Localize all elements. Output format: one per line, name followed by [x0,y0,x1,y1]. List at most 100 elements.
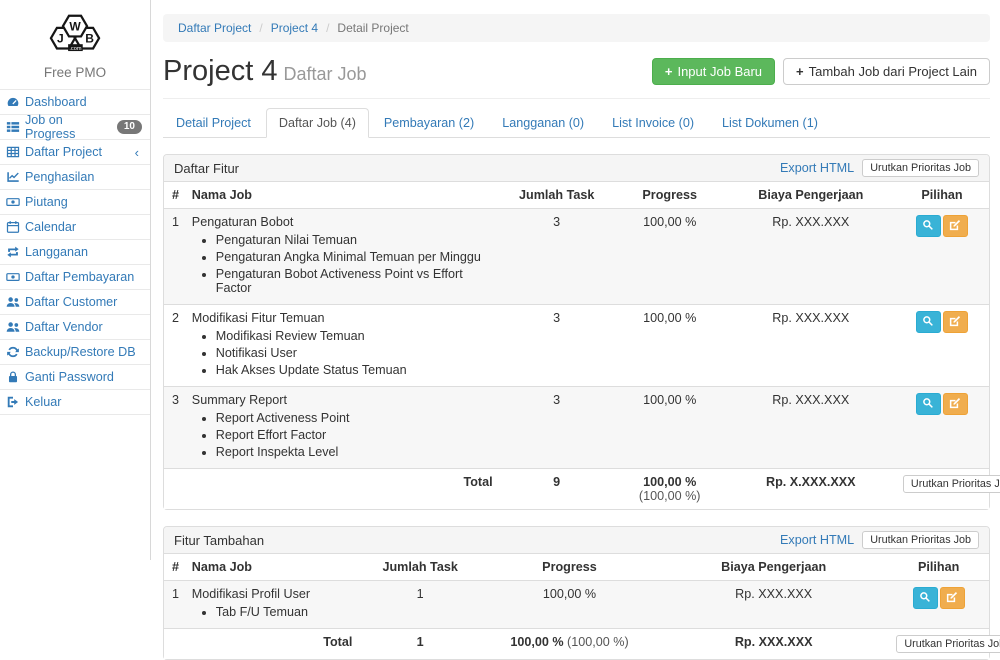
edit-job-button[interactable] [943,311,968,333]
tab-daftar-job-4: Daftar Job (4) [266,108,369,138]
total-cost: Rp. XXX.XXX [659,629,888,660]
column-header: # [164,182,184,209]
row-number-cell: 1 [164,209,184,305]
sidebar-item-piutang[interactable]: Piutang [0,190,150,214]
sidebar-item-label: Piutang [25,195,68,209]
edit-job-button[interactable] [943,393,968,415]
edit-job-button[interactable] [943,215,968,237]
panel-daftar-fitur: Daftar Fitur Export HTML Urutkan Prioritas… [163,154,990,510]
subtask-item: Pengaturan Nilai Temuan [216,233,493,247]
table-header-row: #Nama JobJumlah TaskProgressBiaya Penger… [164,554,989,581]
cost-cell: Rp. XXX.XXX [727,305,895,387]
sort-priority-button[interactable]: Urutkan Prioritas Job [862,531,979,549]
total-progress: 100,00 % (100,00 %) [480,629,659,660]
tab-link[interactable]: Pembayaran (2) [371,108,487,138]
panel-heading-actions: Export HTML Urutkan Prioritas Job [780,531,979,549]
cost-cell: Rp. XXX.XXX [727,387,895,469]
sort-priority-button[interactable]: Urutkan Prioritas Job [896,635,1000,653]
page-subtitle: Daftar Job [283,64,366,84]
total-empty-cell [164,469,184,510]
panel-title: Daftar Fitur [174,161,239,176]
table-icon [6,145,20,159]
task-count-cell: 3 [501,305,613,387]
project-tabs: Detail ProjectDaftar Job (4)Pembayaran (… [163,108,990,138]
job-name: Modifikasi Profil User [192,587,353,601]
panel-heading-daftar-fitur: Daftar Fitur Export HTML Urutkan Prioritas… [164,155,989,182]
page-header: Project 4 Daftar Job +Input Job Baru +Tamb… [163,53,990,99]
breadcrumb-link[interactable]: Project 4 [271,21,318,35]
sidebar-item-label: Daftar Project [25,145,102,159]
brand-name: Free PMO [0,62,150,89]
actions-cell [895,209,989,305]
table-row: 1 Pengaturan Bobot Pengaturan Nilai Temuan… [164,209,989,305]
users-icon [6,320,20,334]
tab-list-dokumen-1: List Dokumen (1) [709,108,831,138]
breadcrumb-item: Project 4 [251,21,318,35]
sidebar-item-label: Daftar Pembayaran [25,270,134,284]
export-html-link[interactable]: Export HTML [780,533,854,547]
sidebar-item-daftar-pembayaran[interactable]: Daftar Pembayaran [0,265,150,289]
sidebar-item-daftar-vendor[interactable]: Daftar Vendor [0,315,150,339]
column-header: Pilihan [895,182,989,209]
sidebar-item-backup-restore-db[interactable]: Backup/Restore DB [0,340,150,364]
search-icon [922,397,934,412]
sidebar-menu-row: Keluar [0,390,150,415]
page-title: Project 4 [163,55,277,87]
app-logo[interactable]: J W B .com [0,0,150,62]
tambah-job-button[interactable]: +Tambah Job dari Project Lain [783,58,990,85]
sidebar-item-daftar-customer[interactable]: Daftar Customer [0,290,150,314]
sidebar-item-daftar-project[interactable]: Daftar Project ‹ [0,140,150,164]
tab-link[interactable]: Detail Project [163,108,264,138]
subtask-list: Report Activeness PointReport Effort Fac… [192,411,493,459]
sidebar-item-calendar[interactable]: Calendar [0,215,150,239]
sort-priority-button[interactable]: Urutkan Prioritas Job [903,475,1000,493]
total-progress-value: 100,00 % [643,475,696,489]
view-job-button[interactable] [913,587,938,609]
input-job-baru-button[interactable]: +Input Job Baru [652,58,775,85]
table-row: 3Summary ReportReport Activeness PointRe… [164,387,989,469]
sidebar-menu-row: Calendar [0,215,150,240]
job-name: Pengaturan Bobot [192,215,493,229]
tab-link[interactable]: Daftar Job (4) [266,108,369,138]
sidebar-menu-row: Penghasilan [0,165,150,190]
export-html-link[interactable]: Export HTML [780,161,854,175]
search-icon [922,219,934,234]
view-job-button[interactable] [916,311,941,333]
sidebar-item-keluar[interactable]: Keluar [0,390,150,414]
sort-priority-button[interactable]: Urutkan Prioritas Job [862,159,979,177]
exchange-icon [6,245,20,259]
refresh-icon [6,345,20,359]
sidebar-menu-row: Ganti Password [0,365,150,390]
subtask-item: Hak Akses Update Status Temuan [216,363,493,377]
money-icon [6,270,20,284]
tab-link[interactable]: Langganan (0) [489,108,597,138]
column-header: Jumlah Task [501,182,613,209]
button-label: Tambah Job dari Project Lain [809,64,977,79]
sidebar-menu-row: Dashboard [0,90,150,115]
sidebar-item-langganan[interactable]: Langganan [0,240,150,264]
tab-link[interactable]: List Dokumen (1) [709,108,831,138]
table-row: 1Modifikasi Profil UserTab F/U Temuan110… [164,581,989,629]
panels-container: Daftar Fitur Export HTML Urutkan Prioritas… [163,154,990,660]
subtask-list: Tab F/U Temuan [192,605,353,619]
sidebar-item-penghasilan[interactable]: Penghasilan [0,165,150,189]
header-buttons: +Input Job Baru +Tambah Job dari Project … [652,58,990,85]
total-empty-cell [164,629,184,660]
breadcrumb-link[interactable]: Daftar Project [178,21,251,35]
row-number-cell: 2 [164,305,184,387]
subtask-item: Report Activeness Point [216,411,493,425]
view-job-button[interactable] [916,215,941,237]
row-number-cell: 1 [164,581,184,629]
sidebar-item-ganti-password[interactable]: Ganti Password [0,365,150,389]
overall-progress-value: (100,00 %) [639,489,701,503]
tab-link[interactable]: List Invoice (0) [599,108,707,138]
panel-title: Fitur Tambahan [174,533,264,548]
total-cost: Rp. X.XXX.XXX [727,469,895,510]
chevron-left-icon: ‹ [135,146,139,159]
sidebar-item-job-on-progress[interactable]: Job on Progress10 [0,115,150,139]
view-job-button[interactable] [916,393,941,415]
column-header: # [164,554,184,581]
sidebar-item-dashboard[interactable]: Dashboard [0,90,150,114]
sidebar-menu-row: Job on Progress10 [0,115,150,140]
edit-job-button[interactable] [940,587,965,609]
